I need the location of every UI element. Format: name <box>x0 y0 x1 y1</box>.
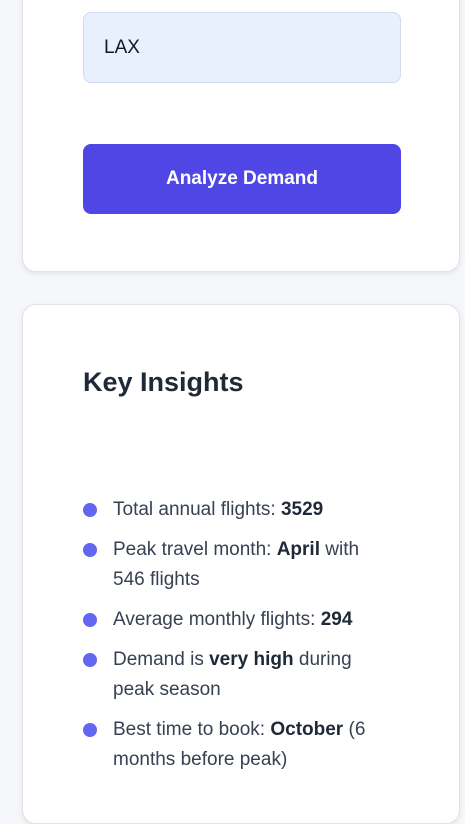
analyze-demand-button[interactable]: Analyze Demand <box>83 144 401 214</box>
insight-text: Best time to book: October (6 months bef… <box>113 719 365 770</box>
insights-card: Key Insights Total annual flights: 3529 … <box>22 304 460 824</box>
insight-value: April <box>276 539 320 560</box>
bullet-dot-icon <box>83 613 97 627</box>
insight-item: Total annual flights: 3529 <box>83 495 383 525</box>
insight-prefix: Best time to book: <box>113 719 271 740</box>
bullet-dot-icon <box>83 723 97 737</box>
insight-text: Average monthly flights: 294 <box>113 609 352 630</box>
insight-text: Total annual flights: 3529 <box>113 499 323 520</box>
insight-value: October <box>270 719 344 740</box>
insight-value: 294 <box>320 609 353 630</box>
insight-value: 3529 <box>280 499 324 520</box>
airport-input[interactable] <box>83 12 401 83</box>
search-card: Analyze Demand <box>22 0 460 272</box>
insight-prefix: Peak travel month: <box>113 539 277 560</box>
insight-prefix: Total annual flights: <box>113 499 281 520</box>
insight-item: Average monthly flights: 294 <box>83 605 383 635</box>
insight-item: Demand is very high during peak season <box>83 645 383 705</box>
insights-list: Total annual flights: 3529 Peak travel m… <box>83 495 383 785</box>
insight-item: Peak travel month: April with 546 flight… <box>83 535 383 595</box>
insight-value: very high <box>209 649 294 670</box>
bullet-dot-icon <box>83 653 97 667</box>
bullet-dot-icon <box>83 543 97 557</box>
insight-text: Peak travel month: April with 546 flight… <box>113 539 359 590</box>
insight-item: Best time to book: October (6 months bef… <box>83 715 383 775</box>
insight-prefix: Average monthly flights: <box>113 609 321 630</box>
insights-title: Key Insights <box>83 367 244 397</box>
insight-prefix: Demand is <box>113 649 210 670</box>
bullet-dot-icon <box>83 503 97 517</box>
insight-text: Demand is very high during peak season <box>113 649 352 700</box>
